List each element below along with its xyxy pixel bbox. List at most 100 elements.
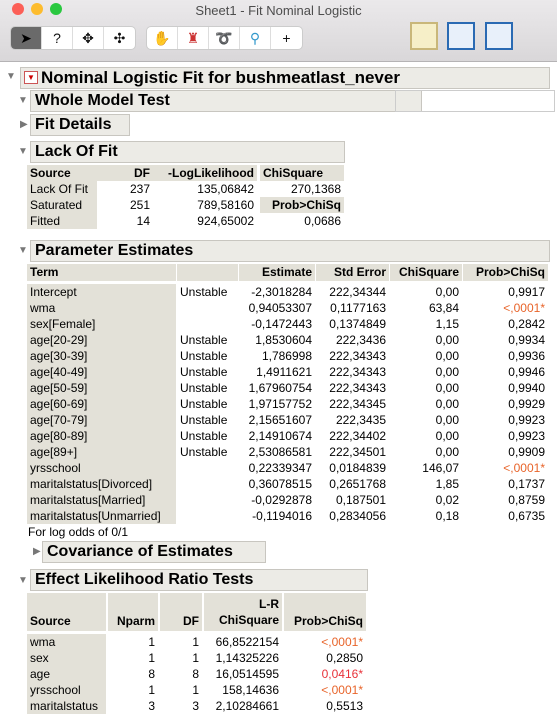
table-cell: 8 xyxy=(148,667,155,681)
table-cell: 8 xyxy=(192,667,199,681)
help-icon[interactable]: ? xyxy=(42,27,73,49)
disclosure-open-icon[interactable]: ▼ xyxy=(18,245,28,256)
whole-model-test-header[interactable]: Whole Model Test xyxy=(30,90,422,112)
table-cell: 0,9909 xyxy=(508,445,545,459)
col-header xyxy=(177,264,238,281)
table-cell: -2,3018284 xyxy=(251,285,312,299)
parameter-estimates-header[interactable]: Parameter Estimates xyxy=(30,240,550,262)
disclosure-open-icon[interactable]: ▼ xyxy=(6,71,16,82)
table-cell: 1,67960754 xyxy=(248,381,312,395)
table-cell: Intercept xyxy=(27,284,176,300)
table-row: age[50-59] Unstable 1,67960754 222,34343 0,0… xyxy=(27,380,548,396)
col-header: ChiSquare xyxy=(260,165,344,181)
table-cell: 0,00 xyxy=(435,333,459,347)
fit-details-header[interactable]: Fit Details xyxy=(30,114,130,136)
table-cell: age[80-89] xyxy=(27,428,176,444)
table-row: yrsschool 1 1 158,14636 <,0001* xyxy=(27,682,366,698)
col-header: Prob>ChiSq xyxy=(463,264,548,281)
lasso-icon[interactable]: ➰ xyxy=(209,27,240,49)
table-cell: 0,0184839 xyxy=(329,461,386,475)
table-cell: 237 xyxy=(129,182,150,196)
table-cell: 0,9946 xyxy=(508,365,545,379)
table-cell: 222,3435 xyxy=(335,413,386,427)
disclosure-open-icon[interactable]: ▼ xyxy=(18,95,28,106)
table-cell: maritalstatus[Married] xyxy=(27,492,176,508)
table-cell: 3 xyxy=(148,699,155,713)
table-row: Lack Of Fit 237 135,06842 270,1368 xyxy=(27,181,344,197)
table-cell: 1 xyxy=(148,651,155,665)
table-row: sex 1 1 1,14325226 0,2850 xyxy=(27,650,366,666)
table-cell: 0,00 xyxy=(435,285,459,299)
data-table-columns-icon[interactable] xyxy=(485,22,513,50)
table-row: wma 0,94053307 0,1177163 63,84 <,0001* xyxy=(27,300,548,316)
table-cell: <,0001* xyxy=(321,683,363,697)
table-cell: 0,22339347 xyxy=(248,461,312,475)
move-icon[interactable]: ✣ xyxy=(104,27,135,49)
table-cell: 0,187501 xyxy=(335,493,386,507)
table-cell xyxy=(177,508,238,524)
effect-lr-header[interactable]: Effect Likelihood Ratio Tests xyxy=(30,569,368,591)
table-row: maritalstatus[Divorced] 0,36078515 0,26517… xyxy=(27,476,548,492)
magnifier-icon[interactable]: ⚲ xyxy=(240,27,271,49)
table-cell: -0,1194016 xyxy=(252,509,312,523)
table-cell: 0,9936 xyxy=(508,349,545,363)
lack-of-fit-header[interactable]: Lack Of Fit xyxy=(30,141,345,163)
table-cell: 1 xyxy=(192,635,199,649)
table-cell: sex[Female] xyxy=(27,316,176,332)
lack-of-fit-table: Source DF -LogLikelihood ChiSquare Lack … xyxy=(27,165,344,229)
arrow-icon[interactable]: ➤ xyxy=(11,27,42,49)
brush-icon[interactable]: ♜ xyxy=(178,27,209,49)
disclosure-closed-icon[interactable]: ▶ xyxy=(20,119,28,130)
table-cell: 1,85 xyxy=(435,477,459,491)
table-cell: 789,58160 xyxy=(197,198,254,212)
jmp-revert-icon[interactable] xyxy=(410,22,438,50)
table-row: yrsschool 0,22339347 0,0184839 146,07 <,0001… xyxy=(27,460,548,476)
window-title: Sheet1 - Fit Nominal Logistic xyxy=(195,3,362,18)
table-cell: 0,9934 xyxy=(508,333,545,347)
table-row: age[20-29] Unstable 1,8530604 222,3436 0,00 0… xyxy=(27,332,548,348)
hand-icon[interactable]: ✋ xyxy=(147,27,178,49)
table-cell: Unstable xyxy=(180,285,228,299)
data-table-rows-icon[interactable] xyxy=(447,22,475,50)
red-triangle-menu-icon[interactable]: ▼ xyxy=(24,71,38,84)
table-cell: Fitted xyxy=(27,213,97,229)
table-row: age 8 8 16,0514595 0,0416* xyxy=(27,666,366,682)
table-cell: 1,15 xyxy=(435,317,459,331)
table-cell: 0,2842 xyxy=(508,317,545,331)
covariance-header[interactable]: Covariance of Estimates xyxy=(42,541,266,563)
table-cell: -0,0292878 xyxy=(251,493,312,507)
table-cell: 2,10284661 xyxy=(215,699,279,713)
table-cell: 158,14636 xyxy=(222,683,279,697)
table-cell: age[20-29] xyxy=(27,332,176,348)
report-title-text: Nominal Logistic Fit for bushmeatlast_ne… xyxy=(41,68,400,87)
table-row: maritalstatus[Married] -0,0292878 0,187501… xyxy=(27,492,548,508)
table-cell: 0,1177163 xyxy=(330,301,386,315)
tool-group-1: ➤ ? ✥ ✣ xyxy=(11,27,135,49)
table-cell: age[40-49] xyxy=(27,364,176,380)
xy-crosshair-icon[interactable]: + xyxy=(271,27,302,49)
table-cell: age[60-69] xyxy=(27,396,176,412)
table-cell: <,0001* xyxy=(321,635,363,649)
report-title: ▼ Nominal Logistic Fit for bushmeatlast_… xyxy=(20,67,550,89)
table-cell: 0,2850 xyxy=(326,651,363,665)
table-cell: 222,34343 xyxy=(329,381,386,395)
table-cell: 1,4911621 xyxy=(256,365,312,379)
crosshair-icon[interactable]: ✥ xyxy=(73,27,104,49)
disclosure-open-icon[interactable]: ▼ xyxy=(18,146,28,157)
table-cell: 0,00 xyxy=(435,429,459,443)
table-cell: 0,36078515 xyxy=(248,477,312,491)
log-odds-note: For log odds of 0/1 xyxy=(28,525,129,539)
disclosure-closed-icon[interactable]: ▶ xyxy=(33,546,41,557)
table-cell: wma xyxy=(27,300,176,316)
table-cell: 0,00 xyxy=(435,381,459,395)
disclosure-open-icon[interactable]: ▼ xyxy=(18,575,28,586)
table-cell: 222,34501 xyxy=(329,445,386,459)
table-cell: 0,9929 xyxy=(508,397,545,411)
table-row: age[40-49] Unstable 1,4911621 222,34343 0,00… xyxy=(27,364,548,380)
table-cell: 0,5513 xyxy=(326,699,363,713)
effect-lr-table: Source Nparm DF L-R ChiSquare Prob>ChiSq … xyxy=(27,593,366,714)
table-cell: 14 xyxy=(136,214,150,228)
table-row: maritalstatus[Unmarried] -0,1194016 0,2834… xyxy=(27,508,548,524)
col-header: -LogLikelihood xyxy=(153,165,257,181)
table-cell: 0,9923 xyxy=(508,429,545,443)
